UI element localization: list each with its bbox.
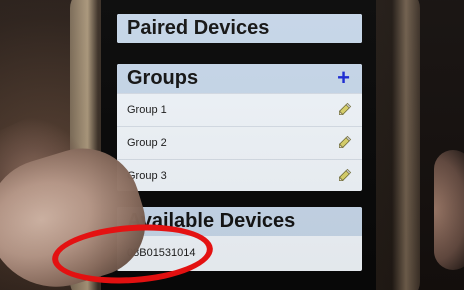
paired-devices-section: Paired Devices bbox=[117, 14, 362, 43]
right-finger bbox=[434, 150, 464, 270]
groups-title: Groups bbox=[127, 67, 199, 89]
group-row-3[interactable]: Group 3 bbox=[117, 159, 362, 191]
group-label: Group 1 bbox=[127, 104, 167, 116]
groups-section: Groups + Group 1 Group 2 Group 3 bbox=[117, 64, 362, 191]
camera-photo-background: Paired Devices Groups + Group 1 Group 2 bbox=[0, 0, 464, 290]
pencil-icon[interactable] bbox=[336, 100, 354, 118]
pencil-icon[interactable] bbox=[336, 166, 354, 184]
group-label: Group 2 bbox=[127, 137, 167, 149]
pencil-icon[interactable] bbox=[336, 133, 354, 151]
groups-header: Groups + bbox=[117, 64, 362, 93]
group-row-2[interactable]: Group 2 bbox=[117, 126, 362, 159]
add-group-button[interactable]: + bbox=[337, 64, 350, 92]
paired-devices-header: Paired Devices bbox=[117, 14, 362, 43]
group-row-1[interactable]: Group 1 bbox=[117, 93, 362, 126]
